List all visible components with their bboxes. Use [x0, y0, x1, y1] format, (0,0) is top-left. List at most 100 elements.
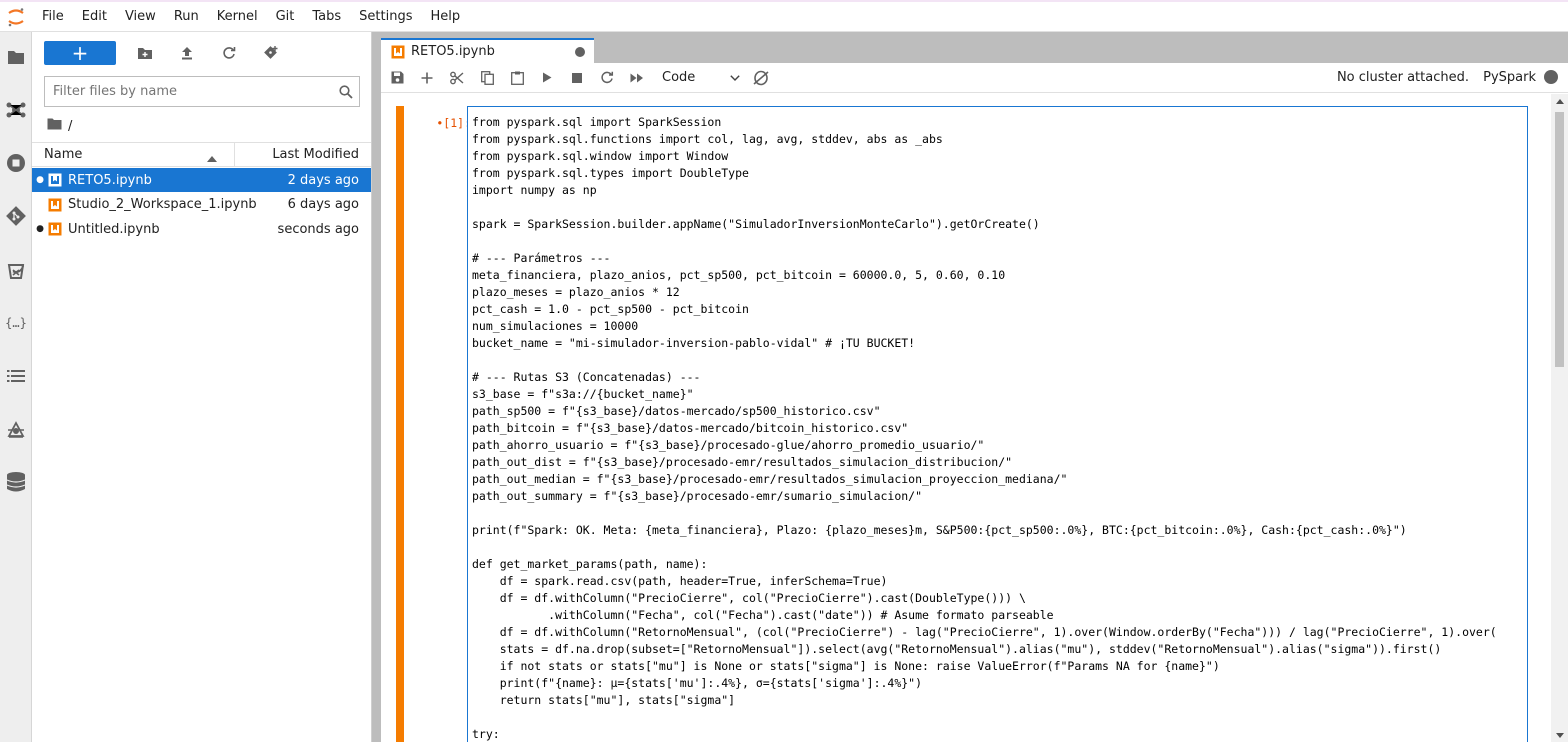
run-icon[interactable] — [532, 66, 562, 90]
chevron-down-icon — [730, 70, 740, 85]
restart-icon[interactable] — [592, 66, 622, 90]
new-launcher-button[interactable]: + — [44, 41, 116, 65]
running-kernels-icon[interactable] — [0, 94, 32, 126]
code-line: .withColumn("Fecha", col("Fecha").cast("… — [472, 608, 1054, 622]
scroll-thumb[interactable] — [1555, 112, 1564, 367]
refresh-icon[interactable] — [215, 41, 243, 65]
listing-header: Name Last Modified — [32, 142, 371, 167]
database-icon[interactable] — [0, 466, 32, 498]
menu-view[interactable]: View — [116, 2, 165, 32]
running-indicator-icon: ● — [36, 224, 44, 234]
tab-bar: RETO5.ipynb — [372, 32, 1568, 63]
debugger-icon[interactable] — [0, 414, 32, 446]
code-line: print(f"{name}: μ={stats['mu']:.4%}, σ={… — [472, 676, 923, 690]
filter-files-input[interactable] — [45, 77, 333, 106]
code-line: plazo_meses = plazo_anios * 12 — [472, 285, 680, 299]
menu-settings[interactable]: Settings — [350, 2, 421, 32]
menu-git[interactable]: Git — [267, 2, 304, 32]
menu-file[interactable]: File — [33, 2, 73, 32]
home-folder-icon[interactable] — [47, 118, 62, 134]
insert-cell-icon[interactable] — [412, 66, 442, 90]
cluster-icon[interactable] — [746, 66, 776, 90]
activity-bar: {…} — [0, 32, 32, 742]
cell-collapser[interactable] — [396, 106, 404, 742]
save-icon[interactable] — [382, 66, 412, 90]
paste-icon[interactable] — [502, 66, 532, 90]
code-line: try: — [472, 727, 500, 741]
notebook-file-icon — [46, 171, 64, 189]
cell-prompt: •[1]: — [436, 116, 471, 130]
code-line: path_out_median = f"{s3_base}/procesado-… — [472, 472, 1068, 486]
code-line: df = df.withColumn("PrecioCierre", col("… — [472, 591, 1026, 605]
file-row[interactable]: ● RETO5.ipynb 2 days ago — [32, 168, 371, 192]
unsaved-indicator-icon[interactable] — [575, 46, 585, 57]
code-line: bucket_name = "mi-simulador-inversion-pa… — [472, 336, 916, 350]
menu-kernel[interactable]: Kernel — [208, 2, 267, 32]
code-line: path_bitcoin = f"{s3_base}/datos-mercado… — [472, 421, 909, 435]
running-indicator-icon: ● — [36, 175, 44, 185]
code-line: spark = SparkSession.builder.appName("Si… — [472, 217, 1040, 231]
kernel-name-button[interactable]: PySpark — [1483, 70, 1536, 85]
kernel-status-icon — [1544, 70, 1558, 84]
code-line: df = spark.read.csv(path, header=True, i… — [472, 574, 888, 588]
code-line: # --- Rutas S3 (Concatenadas) --- — [472, 370, 701, 384]
code-line: num_simulaciones = 10000 — [472, 319, 639, 333]
scrollbar[interactable] — [1551, 94, 1568, 742]
code-line: path_out_summary = f"{s3_base}/procesado… — [472, 489, 923, 503]
cell-type-label: Code — [662, 70, 696, 85]
upload-icon[interactable] — [173, 41, 201, 65]
menu-help[interactable]: Help — [422, 2, 470, 32]
column-name-label: Name — [44, 147, 83, 162]
column-header-last-modified[interactable]: Last Modified — [235, 147, 371, 162]
menu-bar: File Edit View Run Kernel Git Tabs Settings Help — [0, 0, 1568, 32]
file-last-modified: 2 days ago — [287, 172, 359, 188]
column-header-name[interactable]: Name — [32, 143, 235, 166]
menu-run[interactable]: Run — [165, 2, 208, 32]
folder-icon[interactable] — [0, 41, 32, 73]
new-folder-icon[interactable] — [131, 41, 159, 65]
breadcrumb-root[interactable]: / — [68, 119, 72, 134]
notebook-icon — [391, 45, 405, 59]
menu-tabs[interactable]: Tabs — [303, 2, 350, 32]
cluster-status: No cluster attached. — [1336, 70, 1469, 85]
file-row[interactable]: ● Untitled.ipynb seconds ago — [32, 217, 371, 241]
scroll-up-icon[interactable] — [1555, 97, 1564, 105]
main-area: RETO5.ipynb Code No cluster attached. Py… — [372, 32, 1568, 742]
file-name: RETO5.ipynb — [68, 172, 152, 188]
tab-reto5[interactable]: RETO5.ipynb — [381, 38, 594, 63]
git-clone-icon[interactable] — [257, 41, 285, 65]
file-last-modified: 6 days ago — [287, 197, 359, 212]
interrupt-icon[interactable] — [562, 66, 592, 90]
notebook-panel: Code No cluster attached. PySpark •[1]: … — [381, 63, 1568, 742]
code-line: import numpy as np — [472, 183, 597, 197]
code-line: if not stats or stats["mu"] is None or s… — [472, 659, 1220, 673]
code-line: # --- Parámetros --- — [472, 251, 611, 265]
restart-run-all-icon[interactable] — [622, 66, 652, 90]
code-cell-editor[interactable]: from pyspark.sql import SparkSession from… — [467, 106, 1528, 742]
git-icon[interactable] — [0, 200, 32, 232]
code-line: from pyspark.sql import SparkSession — [472, 115, 722, 129]
notebook-toolbar: Code No cluster attached. PySpark — [381, 63, 1568, 93]
menu-edit[interactable]: Edit — [73, 2, 116, 32]
filter-box — [44, 76, 360, 107]
extension-icon[interactable] — [0, 254, 32, 286]
code-line: def get_market_params(path, name): — [472, 557, 708, 571]
cell-type-dropdown[interactable]: Code — [662, 67, 740, 89]
file-browser: + / Name Last Modified — [32, 32, 372, 742]
toc-icon[interactable] — [0, 360, 32, 392]
cut-icon[interactable] — [442, 66, 472, 90]
scroll-down-icon[interactable] — [1555, 731, 1564, 739]
notebook-file-icon — [46, 220, 64, 238]
stop-icon[interactable] — [0, 147, 32, 179]
code-line: from pyspark.sql.types import DoubleType — [472, 166, 749, 180]
variables-icon[interactable]: {…} — [0, 307, 32, 339]
file-row[interactable]: Studio_2_Workspace_1.ipynb 6 days ago — [32, 193, 371, 217]
copy-icon[interactable] — [472, 66, 502, 90]
tab-title: RETO5.ipynb — [411, 44, 495, 59]
code-line: from pyspark.sql.window import Window — [472, 149, 729, 163]
